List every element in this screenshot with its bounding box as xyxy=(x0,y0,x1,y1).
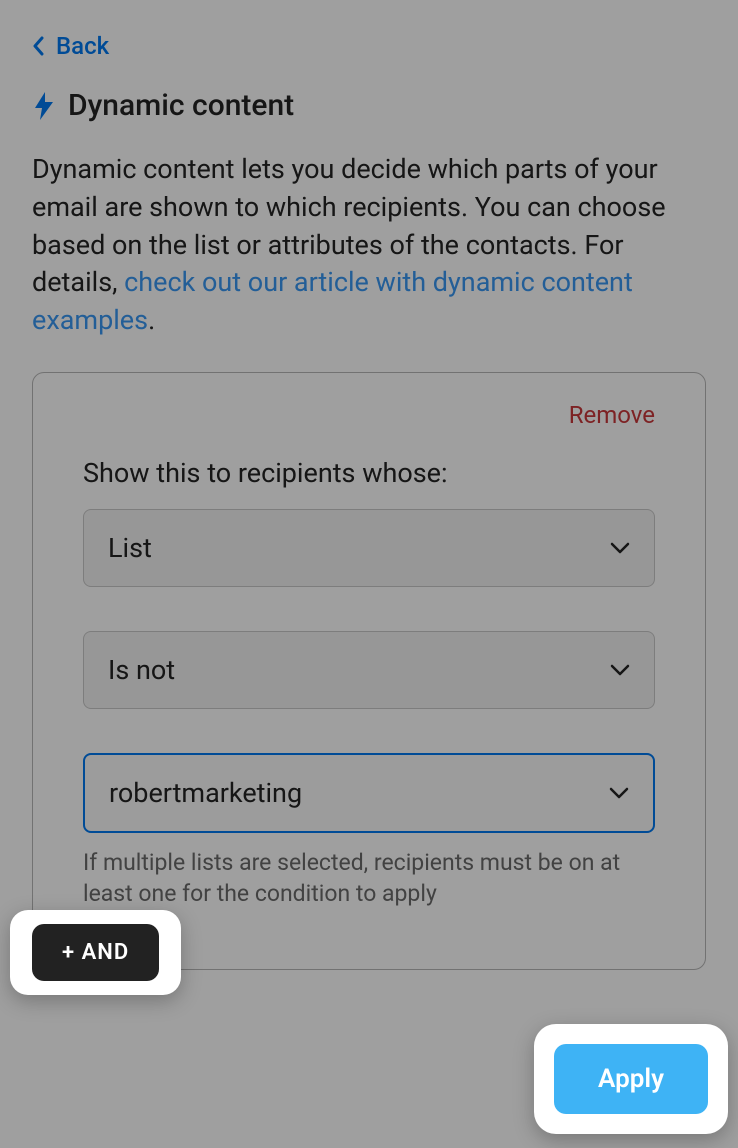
apply-button[interactable]: Apply xyxy=(554,1044,708,1114)
remove-button[interactable]: Remove xyxy=(83,401,655,429)
value-select-value: robertmarketing xyxy=(109,777,302,809)
page-title: Dynamic content xyxy=(68,88,294,123)
operator-select[interactable]: Is not xyxy=(83,631,655,709)
back-button[interactable]: Back xyxy=(32,32,706,60)
apply-button-highlight: Apply xyxy=(534,1024,728,1134)
chevron-down-icon xyxy=(609,787,629,799)
operator-select-value: Is not xyxy=(108,654,175,686)
chevron-down-icon xyxy=(610,664,630,676)
value-select[interactable]: robertmarketing xyxy=(83,753,655,833)
page-title-row: Dynamic content xyxy=(32,88,706,123)
chevron-down-icon xyxy=(610,542,630,554)
description-after: . xyxy=(148,304,155,336)
description-text: Dynamic content lets you decide which pa… xyxy=(32,151,706,340)
field-select[interactable]: List xyxy=(83,509,655,587)
field-select-value: List xyxy=(108,532,152,564)
helper-text: If multiple lists are selected, recipien… xyxy=(83,847,655,909)
condition-prompt: Show this to recipients whose: xyxy=(83,457,655,489)
condition-card: Remove Show this to recipients whose: Li… xyxy=(32,372,706,970)
and-button-highlight: + AND xyxy=(10,910,181,995)
lightning-icon xyxy=(32,92,56,120)
chevron-left-icon xyxy=(32,36,44,56)
and-button[interactable]: + AND xyxy=(32,924,159,981)
back-label: Back xyxy=(56,32,109,60)
